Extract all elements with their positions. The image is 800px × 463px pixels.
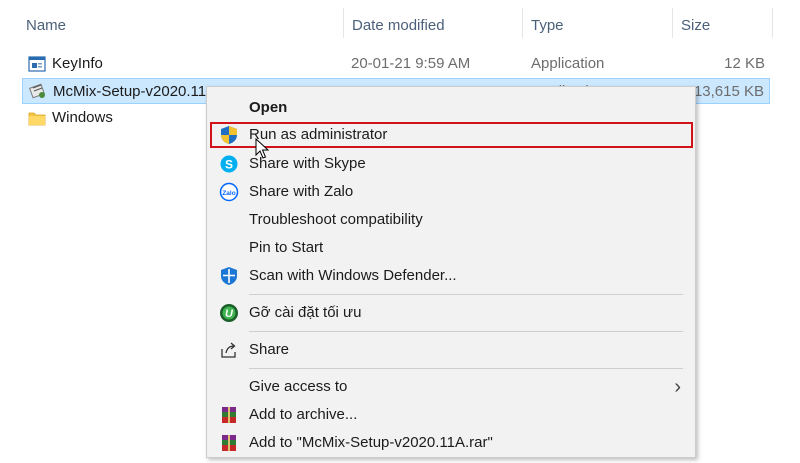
menu-item-pin-to-start[interactable]: Pin to Start [207,234,695,262]
context-menu: Open Run as administrator S Share with S… [206,86,696,458]
installer-icon [29,82,47,100]
file-size: 12 KB [724,55,765,72]
menu-separator [249,368,683,369]
file-name: Windows [52,109,113,126]
file-row-keyinfo[interactable]: KeyInfo 20-01-21 9:59 AM Application 12 … [22,51,770,77]
column-separator[interactable] [772,8,773,38]
menu-item-share[interactable]: Share [207,336,695,364]
column-name[interactable]: Name [26,0,66,45]
file-date: 20-01-21 9:59 AM [351,55,471,72]
menu-item-label: Give access to [249,378,348,395]
svg-text:S: S [225,158,233,172]
file-name: KeyInfo [52,55,103,72]
menu-item-label: Share [249,341,290,358]
menu-item-uninstaller[interactable]: U Gỡ cài đặt tối ưu [207,299,695,327]
menu-item-label: Add to "McMix-Setup-v2020.11A.rar" [249,434,493,451]
menu-item-label: Troubleshoot compatibility [249,211,423,228]
share-icon [219,340,239,360]
column-size[interactable]: Size [681,0,710,45]
menu-item-open[interactable]: Open [207,94,695,122]
column-separator[interactable] [522,8,523,38]
column-separator[interactable] [672,8,673,38]
menu-item-scan-with-defender[interactable]: Scan with Windows Defender... [207,262,695,290]
column-separator[interactable] [343,8,344,38]
menu-item-share-with-skype[interactable]: S Share with Skype [207,150,695,178]
menu-item-add-to-rar[interactable]: Add to "McMix-Setup-v2020.11A.rar" [207,429,695,457]
defender-icon [219,266,239,286]
menu-item-add-to-archive[interactable]: Add to archive... [207,401,695,429]
folder-icon [28,109,46,127]
mouse-cursor-icon [255,137,271,160]
menu-item-label: Pin to Start [249,239,324,256]
menu-item-give-access-to[interactable]: Give access to › [207,373,695,401]
file-name: McMix-Setup-v2020.11A [53,83,217,100]
column-type[interactable]: Type [531,0,564,45]
column-date-modified[interactable]: Date modified [352,0,445,45]
skype-icon: S [219,154,239,174]
menu-item-share-with-zalo[interactable]: Zalo Share with Zalo [207,178,695,206]
menu-item-troubleshoot-compatibility[interactable]: Troubleshoot compatibility [207,206,695,234]
application-icon [28,55,46,73]
column-header: Name Date modified Type Size [0,0,800,45]
winrar-icon [219,405,239,425]
uac-shield-icon [219,125,239,145]
zalo-icon: Zalo [219,182,239,202]
file-size: 13,615 KB [693,83,764,100]
svg-text:U: U [225,308,234,320]
menu-item-run-as-administrator[interactable]: Run as administrator [207,121,695,149]
menu-separator [249,331,683,332]
chevron-right-icon: › [674,376,681,398]
svg-text:Zalo: Zalo [222,190,235,197]
winrar-icon [219,433,239,453]
menu-separator [249,294,683,295]
file-type: Application [531,55,605,72]
menu-item-label: Open [249,99,288,116]
menu-item-label: Gỡ cài đặt tối ưu [249,304,362,321]
menu-item-label: Add to archive... [249,406,358,423]
menu-item-label: Scan with Windows Defender... [249,267,457,284]
menu-item-label: Share with Zalo [249,183,354,200]
uninstaller-icon: U [219,303,239,323]
